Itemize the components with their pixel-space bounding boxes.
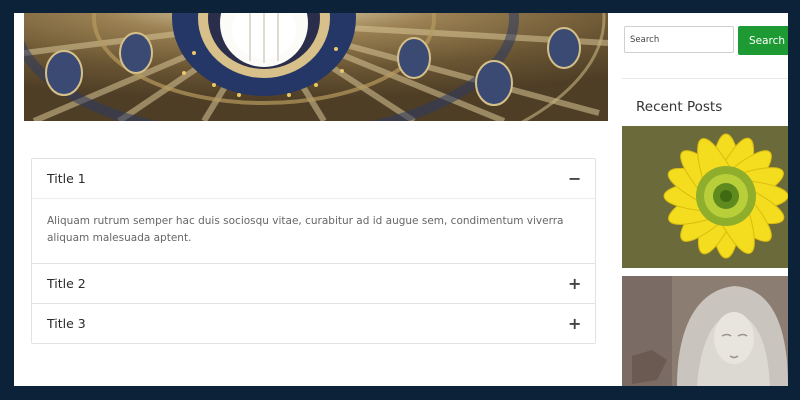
accordion-header-3[interactable]: Title 3 + bbox=[32, 304, 595, 343]
search-input[interactable] bbox=[624, 26, 734, 53]
sidebar-divider bbox=[622, 78, 788, 79]
search-button[interactable]: Search bbox=[738, 26, 788, 55]
sidebar: Search Recent Posts bbox=[622, 13, 788, 386]
main-column: Title 1 − Aliquam rutrum semper hac duis… bbox=[14, 13, 610, 386]
accordion-header-2[interactable]: Title 2 + bbox=[32, 264, 595, 303]
search-form: Search bbox=[624, 26, 788, 55]
expand-icon[interactable]: + bbox=[568, 315, 581, 332]
accordion: Title 1 − Aliquam rutrum semper hac duis… bbox=[31, 158, 596, 344]
flower-image bbox=[622, 126, 788, 268]
accordion-body-1: Aliquam rutrum semper hac duis sociosqu … bbox=[32, 198, 595, 263]
collapse-icon[interactable]: − bbox=[568, 170, 581, 187]
page-frame: Title 1 − Aliquam rutrum semper hac duis… bbox=[14, 13, 788, 386]
accordion-header-1[interactable]: Title 1 − bbox=[32, 159, 595, 198]
hero-image bbox=[24, 13, 608, 121]
accordion-item-3: Title 3 + bbox=[32, 303, 595, 343]
accordion-item-2: Title 2 + bbox=[32, 263, 595, 303]
dome-illustration bbox=[24, 13, 608, 121]
statue-image bbox=[622, 276, 788, 386]
accordion-title-1: Title 1 bbox=[47, 171, 86, 186]
expand-icon[interactable]: + bbox=[568, 275, 581, 292]
accordion-item-1: Title 1 − Aliquam rutrum semper hac duis… bbox=[32, 159, 595, 263]
accordion-title-3: Title 3 bbox=[47, 316, 86, 331]
recent-post-thumbnail-flower[interactable] bbox=[622, 126, 788, 268]
recent-posts-heading: Recent Posts bbox=[636, 99, 723, 115]
accordion-title-2: Title 2 bbox=[47, 276, 86, 291]
recent-post-thumbnail-statue[interactable] bbox=[622, 276, 788, 386]
